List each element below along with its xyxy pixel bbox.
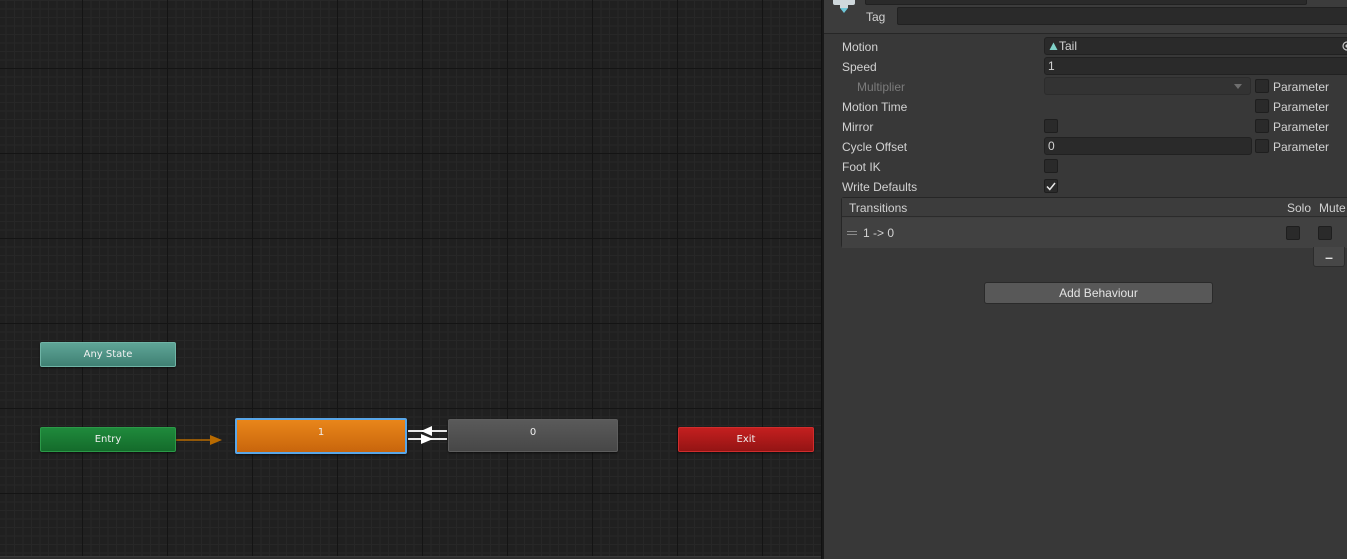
transitions-list: Transitions Solo Mute 1 -> 0 [841, 197, 1347, 248]
speed-label: Speed [842, 60, 877, 74]
inspector-panel: Tag Motion Tail Speed 1 Multiplier Param… [824, 0, 1347, 559]
transition-arrowhead-0-to-1 [421, 426, 432, 436]
remove-transition-button[interactable]: – [1313, 247, 1345, 267]
exit-node[interactable]: Exit [678, 427, 814, 452]
add-behaviour-button[interactable]: Add Behaviour [984, 282, 1213, 304]
entry-label: Entry [94, 434, 122, 445]
state-1-label: 1 [317, 427, 325, 438]
transitions-title: Transitions [849, 201, 908, 215]
mirror-label: Mirror [842, 120, 874, 134]
write-defaults-checkbox[interactable] [1044, 179, 1058, 193]
motion-time-label: Motion Time [842, 100, 908, 114]
state-node-0[interactable]: 0 [448, 419, 618, 452]
state-node-1[interactable]: 1 [235, 418, 407, 454]
transition-mute-checkbox[interactable] [1318, 226, 1332, 240]
any-state-label: Any State [83, 349, 133, 360]
entry-node[interactable]: Entry [40, 427, 176, 452]
transitions-header: Transitions Solo Mute [842, 198, 1347, 217]
multiplier-parameter-checkbox[interactable] [1255, 79, 1269, 93]
transition-arrowhead-1-to-0 [421, 434, 433, 444]
exit-label: Exit [736, 434, 756, 445]
mirror-parameter-checkbox[interactable] [1255, 119, 1269, 133]
write-defaults-label: Write Defaults [842, 180, 918, 194]
entry-transition-arrowhead [210, 435, 222, 445]
state-name-field[interactable] [865, 0, 1307, 5]
any-state-node[interactable]: Any State [40, 342, 176, 367]
motion-value: Tail [1059, 39, 1078, 53]
state-0-label: 0 [529, 427, 537, 438]
transition-row[interactable]: 1 -> 0 [842, 218, 1347, 248]
cycle-offset-parameter-checkbox[interactable] [1255, 139, 1269, 153]
chevron-down-icon [1234, 84, 1242, 89]
motion-time-parameter-checkbox[interactable] [1255, 99, 1269, 113]
cycle-offset-label: Cycle Offset [842, 140, 908, 154]
object-picker-icon[interactable] [1342, 41, 1347, 51]
motion-field[interactable]: Tail [1044, 37, 1347, 55]
animation-clip-icon [1049, 42, 1058, 50]
multiplier-dropdown [1044, 77, 1251, 95]
speed-field[interactable]: 1 [1044, 57, 1347, 75]
motion-time-parameter-label: Parameter [1273, 100, 1330, 114]
tag-field[interactable] [897, 7, 1347, 25]
solo-column-header: Solo [1287, 201, 1312, 215]
transition-label: 1 -> 0 [863, 226, 895, 240]
mute-column-header: Mute [1319, 201, 1346, 215]
mirror-parameter-label: Parameter [1273, 120, 1330, 134]
animator-graph[interactable]: Any State Entry 1 0 Exit [0, 0, 821, 559]
inspector-header: Tag [824, 0, 1347, 34]
multiplier-parameter-label: Parameter [1273, 80, 1330, 94]
cycle-offset-field[interactable]: 0 [1044, 137, 1252, 155]
animator-state-icon [833, 0, 855, 13]
transition-solo-checkbox[interactable] [1286, 226, 1300, 240]
mirror-checkbox[interactable] [1044, 119, 1058, 133]
tag-label: Tag [866, 10, 886, 24]
foot-ik-label: Foot IK [842, 160, 881, 174]
checkmark-icon [1046, 182, 1056, 191]
drag-handle-icon[interactable] [847, 231, 857, 235]
motion-label: Motion [842, 40, 879, 54]
foot-ik-checkbox[interactable] [1044, 159, 1058, 173]
transition-arrows [176, 426, 447, 445]
multiplier-label: Multiplier [857, 80, 906, 94]
cycle-offset-parameter-label: Parameter [1273, 140, 1330, 154]
